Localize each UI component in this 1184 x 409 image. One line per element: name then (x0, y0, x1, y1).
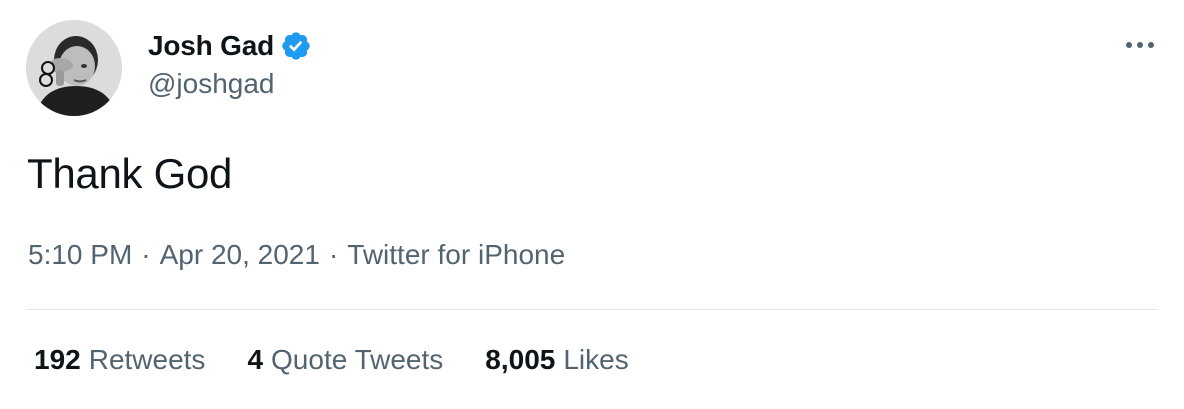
tweet-source[interactable]: Twitter for iPhone (347, 239, 565, 271)
tweet-card: Josh Gad @joshgad Thank God 5:10 PM · Ap… (0, 0, 1184, 409)
author-handle[interactable]: @joshgad (148, 68, 275, 100)
profile-photo (26, 20, 122, 116)
likes-label: Likes (563, 344, 629, 375)
retweets-count: 192 (34, 344, 81, 375)
verified-badge-icon (280, 30, 312, 62)
likes-stat[interactable]: 8,005 Likes (485, 344, 628, 376)
tweet-metadata: 5:10 PM · Apr 20, 2021 · Twitter for iPh… (28, 239, 565, 271)
quote-tweets-label: Quote Tweets (271, 344, 444, 375)
meta-separator: · (141, 239, 151, 270)
likes-count: 8,005 (485, 344, 556, 375)
tweet-date[interactable]: Apr 20, 2021 (160, 239, 320, 271)
divider (26, 309, 1158, 310)
more-options-button[interactable] (1122, 30, 1158, 60)
engagement-stats: 192 Retweets 4 Quote Tweets 8,005 Likes (34, 344, 671, 376)
more-horizontal-icon (1126, 42, 1154, 48)
meta-separator: · (328, 239, 339, 270)
author-name-row: Josh Gad (148, 26, 312, 66)
tweet-text: Thank God (27, 150, 233, 197)
quote-tweets-stat[interactable]: 4 Quote Tweets (247, 344, 443, 376)
retweets-label: Retweets (88, 344, 206, 375)
retweets-stat[interactable]: 192 Retweets (34, 344, 205, 376)
avatar[interactable] (26, 20, 122, 116)
quote-tweets-count: 4 (247, 344, 264, 375)
author-display-name[interactable]: Josh Gad (148, 30, 274, 62)
tweet-time[interactable]: 5:10 PM (28, 239, 132, 271)
